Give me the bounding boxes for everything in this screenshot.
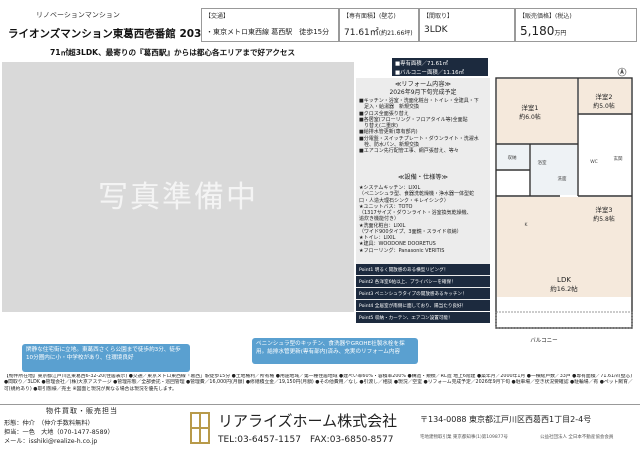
header-kicker: リノベーションマンション <box>36 11 120 19</box>
reform-list: ■キッチン・浴室・洗面化粧台・トイレ・全建具・下 足入・給湯器 新規交換 ■クロ… <box>359 98 489 154</box>
point-3: Point3 ペニンシュラタイプの開放感あるキッチン！ <box>356 288 490 299</box>
reform-item: ■エアコン先行配管工事、網戸張替え、等々 <box>359 148 459 154</box>
reform-title: ≪リフォーム内容≫ <box>394 81 452 88</box>
floor-plan: 洋室1 約6.0帖 洋室2 約5.0帖 洋室3 約5.8帖 LDK 約16.2帖… <box>495 67 633 344</box>
photo-placeholder: 写真準備中 <box>2 62 354 312</box>
area-box: 【専有面積】(壁芯) 71.61㎡(約21.66坪) <box>339 8 419 42</box>
company-license-2: 公益社団法人 全日本不動産協会会員 <box>540 435 614 440</box>
ldk-label: LDK <box>557 276 571 284</box>
price-unit: 万円 <box>554 30 567 37</box>
company-name: リアライズホーム株式会社 <box>218 412 398 430</box>
contact-mode: 形態：仲介 （仲介手数料無料） <box>4 420 94 427</box>
north-icon <box>617 67 627 77</box>
area-value-main: 71.61㎡ <box>344 28 379 38</box>
contact-person: 担当：一色 大地（070-1477-8589） <box>4 429 114 436</box>
layout-box: 【間取り】 3LDK <box>419 8 515 42</box>
point-1: Point1 明るく開放感のある横型リビング！ <box>356 264 490 275</box>
balcony-label: バルコニー <box>530 337 557 344</box>
closet-label: 収納 <box>508 154 517 161</box>
room2-size: 約5.0帖 <box>593 102 615 110</box>
area-value: 71.61㎡(約21.66坪) <box>344 25 413 38</box>
room3-size: 約5.8帖 <box>593 215 615 223</box>
company-tel-fax: TEL:03-6457-1157 FAX:03-6850-8577 <box>218 435 394 445</box>
wc-label: WC <box>590 159 598 165</box>
plan-fills <box>497 79 631 297</box>
room3-label: 洋室3 <box>595 205 612 214</box>
reform-item: ■分電盤・スイッチプレート・ダウンライト・洗濯水 <box>359 135 479 142</box>
equipment-list: ★システムキッチン：LIXIL （ペニンシュラ型、食器洗乾燥機・浄水器一体型蛇 … <box>359 185 489 254</box>
property-specs: 【物件所在地】東京都江戸川区東葛西6-32-20(住居表示) ●交通／東京メトロ… <box>4 374 633 392</box>
ldk-size: 約16.2帖 <box>550 284 578 293</box>
area-label: 【専有面積】(壁芯) <box>343 13 396 20</box>
equipment-item: （ペニンシュラ型、食器洗乾燥機・浄水器一体型蛇 <box>359 191 475 198</box>
traffic-box: 【交通】 ・東京メトロ東西線 葛西駅 徒歩15分 <box>201 8 339 42</box>
point-2: Point2 各洋室6帖以上、プライバシーを確保！ <box>356 276 490 287</box>
area-value-sub: (約21.66坪) <box>378 30 413 37</box>
footer-divider <box>0 404 640 405</box>
traffic-label: 【交通】 <box>205 13 230 20</box>
equipment-title: ≪設備・仕様等≫ <box>397 174 449 181</box>
contact-block: 物件買取・販売担当 形態：仲介 （仲介手数料無料） 担当：一色 大地（070-1… <box>4 406 160 450</box>
bath-label: 浴室 <box>538 159 547 166</box>
contact-mail: メール：isshiki@realize-h.co.jp <box>4 438 98 445</box>
traffic-value: ・東京メトロ東西線 葛西駅 徒歩15分 <box>206 28 330 36</box>
location-note: 閑静な住宅街に立地。東葛西さくら公園まで徒歩約3分、徒歩10分圏内に小・中学校が… <box>22 344 190 372</box>
point-5: Point5 収納・カーテン、エアコン設置可能！ <box>356 312 490 323</box>
price-box: 【販売価格】(税込) 5,180万円 <box>515 8 637 42</box>
price-label: 【販売価格】(税込) <box>519 13 572 20</box>
equipment-item: ★フローリング：Panasonic VERITIS <box>359 247 445 254</box>
property-name: ライオンズマンション東葛西壱番館 203号 <box>8 28 212 40</box>
layout-label: 【間取り】 <box>423 13 454 20</box>
reform-date: 2026年9月下旬完成予定 <box>389 89 457 96</box>
reform-note: ペニンシュラ型のキッチン、食洗器やGROHE社製水栓を採用。給排水管更新(専有部… <box>252 338 418 364</box>
contact-title: 物件買取・販売担当 <box>46 407 118 415</box>
point-4: Point4 全居室が南側に面しており、陽当たり良好！ <box>356 300 490 311</box>
price-value: 5,180万円 <box>520 24 566 38</box>
company-address: 〒134-0088 東京都江戸川区西葛西1丁目2-4号 <box>420 415 592 424</box>
headline: 71㎡超3LDK、最寄りの『葛西駅』からは都心各エリアまで好アクセス <box>50 48 296 57</box>
photo-placeholder-text: 写真準備中 <box>98 180 258 215</box>
room1-label: 洋室1 <box>521 103 538 112</box>
layout-value: 3LDK <box>424 25 448 35</box>
room1-size: 約6.0帖 <box>519 113 541 121</box>
room2-label: 洋室2 <box>595 92 612 101</box>
wash-label: 洗面 <box>558 175 567 182</box>
entrance-label: 玄関 <box>614 155 623 162</box>
price-number: 5,180 <box>520 24 555 38</box>
private-area-badge: ■専有面積／71.61㎡ <box>392 58 488 67</box>
company-logo-icon <box>188 410 212 446</box>
company-license: 宅地建物取引業 東京都知事(1)第109877号 <box>420 435 508 440</box>
balcony-area-badge: ■バルコニー面積／11.16㎡ <box>392 67 488 76</box>
